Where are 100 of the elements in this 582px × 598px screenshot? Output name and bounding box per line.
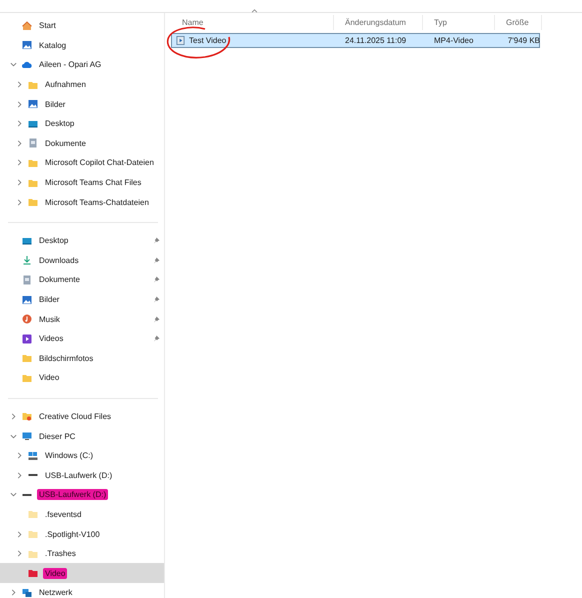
sidebar-item[interactable]: Katalog (0, 36, 164, 56)
chevron-icon[interactable] (16, 452, 22, 460)
video-icon (22, 334, 32, 344)
item-label: .Trashes (44, 548, 77, 560)
download-icon (22, 255, 32, 266)
folder-icon (28, 568, 38, 578)
desktop-icon (22, 236, 32, 246)
sidebar-item[interactable]: Desktop (0, 114, 164, 134)
sidebar-item[interactable]: Desktop (0, 230, 164, 251)
item-label: Katalog (38, 40, 68, 51)
sidebar-item[interactable]: Downloads (0, 250, 164, 270)
sidebar-item[interactable]: Bilder (0, 94, 164, 114)
chevron-icon[interactable] (10, 412, 16, 420)
chevron-icon[interactable] (16, 81, 22, 88)
sidebar-item[interactable]: Microsoft Copilot Chat-Dateien (0, 153, 164, 173)
chevron-icon[interactable] (16, 472, 22, 479)
sidebar-item[interactable]: Creative Cloud Files (0, 406, 164, 426)
item-label: Bilder (44, 98, 66, 110)
item-label: Windows (C:) (44, 450, 94, 462)
picture-icon (22, 294, 32, 305)
folder-icon (28, 548, 38, 559)
folder-icon (28, 80, 38, 90)
sidebar-item[interactable]: .Spotlight-V100 (0, 524, 164, 544)
item-label: .Spotlight-V100 (44, 528, 101, 540)
folder-icon (28, 197, 38, 208)
chevron-icon[interactable] (10, 491, 16, 498)
item-label: Bilder (38, 294, 60, 306)
file-size: 7'949 KB (506, 36, 541, 45)
item-label: Netzwerk (38, 587, 74, 598)
chevron-icon[interactable] (16, 140, 22, 147)
folder-icon (28, 529, 38, 540)
item-label: Video (43, 568, 68, 579)
sidebar-item[interactable]: Start (0, 16, 164, 36)
desktop-icon (28, 118, 38, 129)
sidebar-item[interactable]: .Trashes (0, 544, 164, 564)
sidebar-item[interactable]: Dokumente (0, 270, 164, 290)
sidebar-item[interactable]: Videos (0, 328, 164, 348)
chevron-icon[interactable] (10, 61, 16, 68)
item-label: Video (38, 372, 60, 384)
chevron-icon[interactable] (10, 589, 16, 596)
sidebar-item[interactable]: Netzwerk (0, 583, 164, 598)
column-header[interactable]: Größe (495, 15, 542, 30)
sidebar-item[interactable]: Microsoft Teams-Chatdateien (0, 192, 164, 212)
item-label: Aufnahmen (44, 79, 87, 90)
sidebar-item[interactable]: Bildschirmfotos (0, 348, 164, 368)
sidebar-item[interactable]: Aileen - Opari AG (0, 55, 164, 75)
folder-icon (22, 353, 32, 364)
item-label: Aileen - Opari AG (38, 59, 102, 70)
file-type: MP4-Video (433, 36, 474, 45)
column-header[interactable]: Name (171, 15, 334, 30)
item-label: Desktop (38, 235, 70, 246)
network-icon (22, 588, 32, 598)
sidebar-item[interactable]: Bilder (0, 290, 164, 310)
chevron-icon[interactable] (16, 100, 22, 108)
sidebar-item[interactable]: Windows (C:) (0, 446, 164, 466)
item-label: USB-Laufwerk (D:) (37, 489, 108, 500)
column-header[interactable]: Typ (423, 15, 495, 30)
chevron-icon[interactable] (10, 432, 16, 440)
chevron-icon[interactable] (16, 530, 22, 538)
sidebar-item[interactable]: Aufnahmen (0, 74, 164, 94)
item-label: Dokumente (38, 274, 81, 286)
item-label: Downloads (38, 254, 80, 266)
sidebar-item[interactable]: Dieser PC (0, 426, 164, 446)
sidebar-item[interactable]: USB-Laufwerk (D:) (0, 485, 164, 505)
cloud-icon (22, 60, 32, 70)
chevron-icon[interactable] (16, 159, 22, 166)
sidebar-item[interactable]: Video (0, 368, 164, 388)
folder-icon (28, 158, 38, 168)
item-label: Microsoft Copilot Chat-Dateien (44, 157, 155, 168)
file-name: Test Video (172, 36, 335, 45)
item-label: Musik (38, 314, 61, 325)
item-label: Creative Cloud Files (38, 410, 112, 422)
chevron-icon[interactable] (16, 550, 22, 558)
sidebar-item[interactable]: Video (0, 563, 164, 584)
sidebar-item[interactable]: Microsoft Teams Chat Files (0, 172, 164, 192)
item-label: Dokumente (44, 138, 87, 149)
folder-icon (22, 372, 32, 383)
video-file-icon (176, 36, 185, 45)
item-label: Desktop (44, 118, 76, 130)
folder-icon (22, 411, 32, 422)
item-label: Bildschirmfotos (38, 352, 94, 364)
item-label: Microsoft Teams Chat Files (44, 177, 142, 188)
item-label: .fseventsd (44, 508, 82, 520)
chevron-icon[interactable] (16, 179, 22, 186)
sidebar-item[interactable]: Dokumente (0, 134, 164, 154)
sidebar-item[interactable]: .fseventsd (0, 504, 164, 524)
item-label: Videos (38, 333, 64, 344)
column-header[interactable]: Änderungsdatum (334, 15, 423, 30)
monitor-icon (22, 431, 32, 442)
sidebar-item[interactable]: USB-Laufwerk (D:) (0, 465, 164, 486)
item-label: USB-Laufwerk (D:) (44, 470, 114, 481)
folder-icon (28, 178, 38, 188)
item-label: Dieser PC (38, 430, 76, 442)
picture-icon (28, 99, 38, 110)
file-row[interactable]: Test Video 24.11.2025 11:09 MP4-Video 7'949 KB (171, 33, 540, 48)
sidebar-item[interactable]: Musik (0, 309, 164, 329)
chevron-icon[interactable] (16, 120, 22, 128)
document-icon (22, 274, 32, 285)
picture-icon (22, 40, 32, 50)
chevron-icon[interactable] (16, 198, 22, 206)
